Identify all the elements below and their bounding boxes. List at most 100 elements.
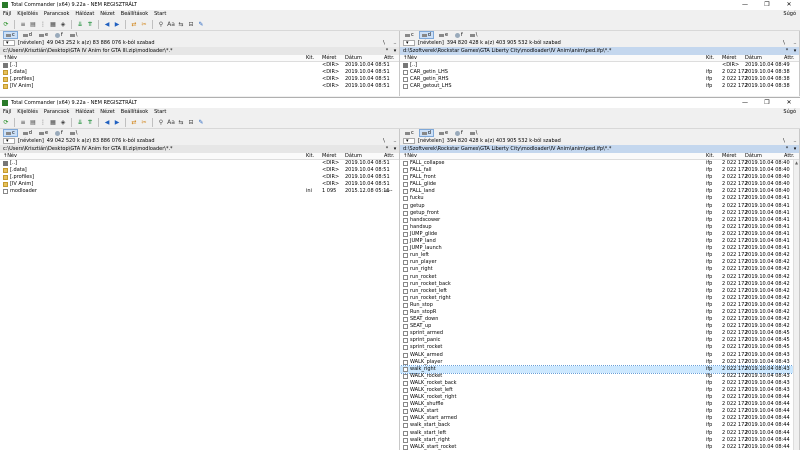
minimize-icon[interactable]: — <box>734 0 756 10</box>
file-row[interactable]: [.profiles] <DIR> 2019.10.04 08:51 <box>0 174 399 181</box>
hotlist-button[interactable]: ▾ <box>391 145 399 153</box>
drive-button[interactable]: e <box>37 129 50 137</box>
file-row[interactable]: [.data] <DIR> 2019.10.04 08:51 <box>0 167 399 174</box>
file-row[interactable]: CAR_getin_RHS ifp 2 022 172 2019.10.04 08:3… <box>400 76 799 83</box>
file-row[interactable]: Run_stop ifp 2 022 172 2019.10.04 08:42 <box>400 302 799 309</box>
close-icon[interactable]: ✕ <box>778 0 800 10</box>
menu-item[interactable]: Fájl <box>3 108 11 117</box>
drive-combo[interactable]: ▾ <box>403 138 415 144</box>
file-row[interactable]: WALK_start_rocket ifp 2 022 172 2019.10.04 … <box>400 444 799 450</box>
ftp-connect-icon[interactable]: ⇄ <box>130 119 138 127</box>
file-row[interactable]: sprint_armed ifp 2 022 172 2019.10.04 08:45 <box>400 330 799 337</box>
col-ext-header[interactable]: Kit. <box>706 153 714 160</box>
file-row[interactable]: getup_front ifp 2 022 172 2019.10.04 08:41 <box>400 210 799 217</box>
col-date-header[interactable]: Dátum <box>745 153 762 160</box>
menu-item-help[interactable]: Súgó <box>783 108 796 117</box>
menu-item[interactable]: Start <box>154 108 166 117</box>
root-dir-button[interactable]: \ <box>380 39 388 47</box>
file-row[interactable]: FALL_fall ifp 2 022 172 2019.10.04 08:40 <box>400 167 799 174</box>
zip-unpack-icon[interactable]: ⇈ <box>86 21 94 29</box>
menu-item[interactable]: Parancsok <box>44 108 69 117</box>
tree-view-icon[interactable]: ⋮ <box>39 119 47 127</box>
col-attr-header[interactable]: Attr. <box>784 55 794 62</box>
ftp-disconnect-icon[interactable]: ✂ <box>140 21 148 29</box>
drive-button[interactable]: f <box>53 129 65 137</box>
menu-item-help[interactable]: Súgó <box>783 10 796 19</box>
forward-icon[interactable]: ▶ <box>113 119 121 127</box>
file-row[interactable]: [IV Anim] <DIR> 2019.10.04 08:51 <box>0 181 399 188</box>
file-row[interactable]: SEAT_down ifp 2 022 172 2019.10.04 08:42 <box>400 316 799 323</box>
file-row[interactable]: run_rocket ifp 2 022 172 2019.10.04 08:42 <box>400 274 799 281</box>
menu-item[interactable]: Nézet <box>100 10 114 19</box>
file-row[interactable]: WALK_player ifp 2 022 172 2019.10.04 08:43 <box>400 359 799 366</box>
compare-files-icon[interactable]: ⊟ <box>187 21 195 29</box>
history-button[interactable]: * <box>783 47 791 55</box>
file-row[interactable]: [.data] <DIR> 2019.10.04 08:51 <box>0 69 399 76</box>
file-row[interactable]: WALK_rocket_back ifp 2 022 172 2019.10.04 0… <box>400 380 799 387</box>
path-bar[interactable]: c:\Users\Krisztián\Desktop\GTA IV Anim f… <box>0 145 399 153</box>
col-ext-header[interactable]: Kit. <box>706 55 714 62</box>
col-date-header[interactable]: Dátum <box>745 55 762 62</box>
drive-combo[interactable]: ▾ <box>3 40 15 46</box>
history-button[interactable]: * <box>783 145 791 153</box>
file-row[interactable]: WALK_start_armed ifp 2 022 172 2019.10.04 0… <box>400 415 799 422</box>
brief-view-icon[interactable]: ≡ <box>19 21 27 29</box>
path-bar[interactable]: d:\Szoftverek\Rockstar Games\GTA Liberty… <box>400 145 799 153</box>
hotlist-button[interactable]: ▾ <box>791 145 799 153</box>
col-name-header[interactable]: ↑Név <box>3 55 17 62</box>
notepad-icon[interactable]: ✎ <box>197 21 205 29</box>
file-row[interactable]: run_right ifp 2 022 172 2019.10.04 08:42 <box>400 266 799 273</box>
col-date-header[interactable]: Dátum <box>345 55 362 62</box>
notepad-icon[interactable]: ✎ <box>197 119 205 127</box>
file-row[interactable]: sprint_panic ifp 2 022 172 2019.10.04 08:45 <box>400 337 799 344</box>
col-size-header[interactable]: Méret <box>322 153 336 160</box>
drive-button[interactable]: d <box>21 129 34 137</box>
menu-item[interactable]: Beállítások <box>121 10 148 19</box>
drive-combo[interactable]: ▾ <box>3 138 15 144</box>
drive-button[interactable]: f <box>453 129 465 137</box>
full-view-icon[interactable]: ▤ <box>29 21 37 29</box>
multi-rename-icon[interactable]: Aa <box>167 21 175 29</box>
drive-button[interactable]: d <box>418 129 434 137</box>
root-dir-button[interactable]: \ <box>780 137 788 145</box>
zip-unpack-icon[interactable]: ⇈ <box>86 119 94 127</box>
menu-item[interactable]: Nézet <box>100 108 114 117</box>
scroll-up-icon[interactable]: ▲ <box>794 160 799 166</box>
refresh-icon[interactable]: ⟳ <box>2 21 10 29</box>
ftp-connect-icon[interactable]: ⇄ <box>130 21 138 29</box>
drive-button[interactable]: \ <box>68 31 80 39</box>
menu-item[interactable]: Kijelölés <box>17 10 38 19</box>
drive-button[interactable]: e <box>437 31 450 39</box>
col-name-header[interactable]: ↑Név <box>403 153 417 160</box>
file-row[interactable]: JUMP_glide ifp 2 022 172 2019.10.04 08:41 <box>400 231 799 238</box>
parent-dir-button[interactable]: .. <box>391 39 399 47</box>
minimize-icon[interactable]: — <box>734 98 756 108</box>
invert-selection-icon[interactable]: ◈ <box>59 21 67 29</box>
col-size-header[interactable]: Méret <box>322 55 336 62</box>
file-row[interactable]: handscower ifp 2 022 172 2019.10.04 08:41 <box>400 217 799 224</box>
file-row[interactable]: Run_stopR ifp 2 022 172 2019.10.04 08:42 <box>400 309 799 316</box>
file-row[interactable]: JUMP_launch ifp 2 022 172 2019.10.04 08:41 <box>400 245 799 252</box>
file-row[interactable]: [..] <DIR> 2019.10.04 08:51 <box>0 62 399 69</box>
file-row[interactable]: run_rocket_right ifp 2 022 172 2019.10.04 0… <box>400 295 799 302</box>
sync-dirs-icon[interactable]: ⇆ <box>177 119 185 127</box>
file-row[interactable]: [..] <DIR> 2019.10.04 08:49 <box>400 62 799 69</box>
root-dir-button[interactable]: \ <box>780 39 788 47</box>
parent-dir-button[interactable]: .. <box>791 39 799 47</box>
file-row[interactable]: getup ifp 2 022 172 2019.10.04 08:41 <box>400 203 799 210</box>
find-files-icon[interactable]: ⚲ <box>157 119 165 127</box>
file-row[interactable]: run_rocket_left ifp 2 022 172 2019.10.04 08… <box>400 288 799 295</box>
file-row[interactable]: [.profiles] <DIR> 2019.10.04 08:51 <box>0 76 399 83</box>
col-size-header[interactable]: Méret <box>722 153 736 160</box>
file-row[interactable]: walk_start_left ifp 2 022 172 2019.10.04 08… <box>400 430 799 437</box>
maximize-icon[interactable]: ❐ <box>756 98 778 108</box>
drive-button[interactable]: c <box>403 31 416 39</box>
menu-item[interactable]: Hálózat <box>75 10 94 19</box>
file-row[interactable]: run_left ifp 2 022 172 2019.10.04 08:42 <box>400 252 799 259</box>
col-attr-header[interactable]: Attr. <box>784 153 794 160</box>
thumbnail-view-icon[interactable]: ▦ <box>49 119 57 127</box>
parent-dir-button[interactable]: .. <box>791 137 799 145</box>
col-ext-header[interactable]: Kit. <box>306 153 314 160</box>
menu-item[interactable]: Beállítások <box>121 108 148 117</box>
maximize-icon[interactable]: ❐ <box>756 0 778 10</box>
